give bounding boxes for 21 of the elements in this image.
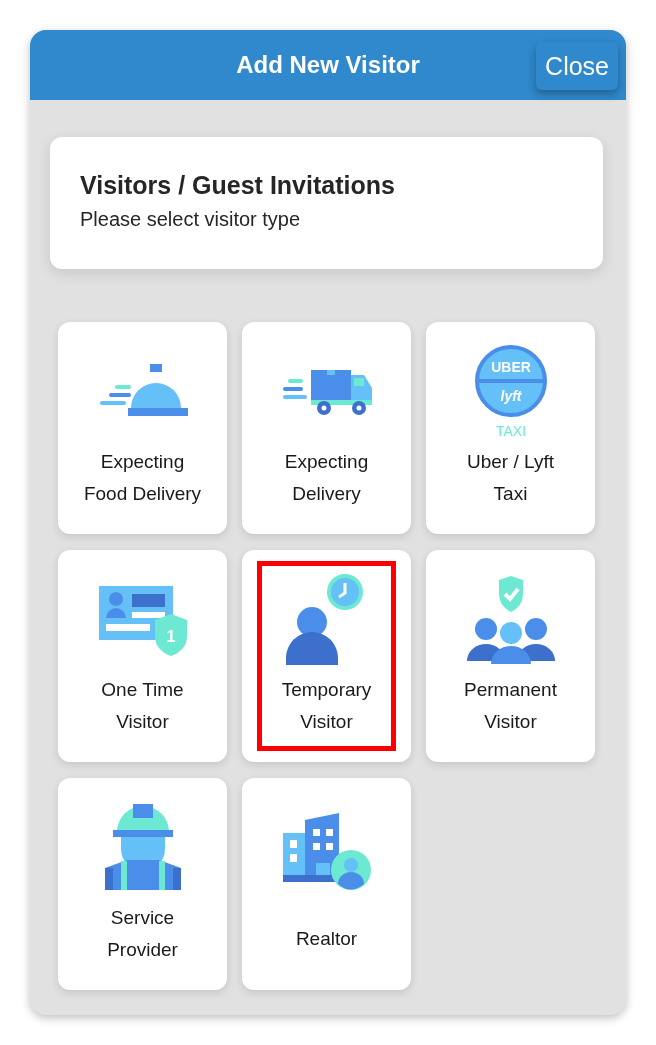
tile-label: Realtor (295, 927, 358, 951)
visitor-type-tile[interactable]: UBER lyft TAXI Uber / Lyft Taxi (426, 322, 595, 534)
tile-label: Temporary Visitor (281, 678, 372, 734)
intro-subtitle: Please select visitor type (80, 208, 302, 231)
tile-label: Uber / Lyft Taxi (467, 450, 554, 506)
tile-label: Expecting Delivery (284, 450, 369, 506)
tile-label: One Time Visitor (101, 678, 184, 734)
visitor-type-tile[interactable]: Permanent Visitor (426, 550, 595, 762)
tile-label: Expecting Food Delivery (83, 450, 202, 506)
visitor-type-tile[interactable]: Expecting Delivery (242, 322, 411, 534)
close-button[interactable]: Close (536, 42, 618, 90)
window-title: Add New Visitor (236, 51, 420, 79)
tile-label: Service Provider (107, 906, 178, 962)
visitor-type-tile[interactable]: Realtor (242, 778, 411, 990)
visitor-type-tile[interactable]: Service Provider (58, 778, 227, 990)
tile-label: Permanent Visitor (464, 678, 557, 734)
visitor-type-tile[interactable]: Expecting Food Delivery (58, 322, 227, 534)
visitor-type-tile[interactable]: Temporary Visitor (242, 550, 411, 762)
intro-title: Visitors / Guest Invitations (80, 171, 396, 200)
visitor-type-tile[interactable]: 1 One Time Visitor (58, 550, 227, 762)
construction-worker-icon (102, 804, 183, 892)
